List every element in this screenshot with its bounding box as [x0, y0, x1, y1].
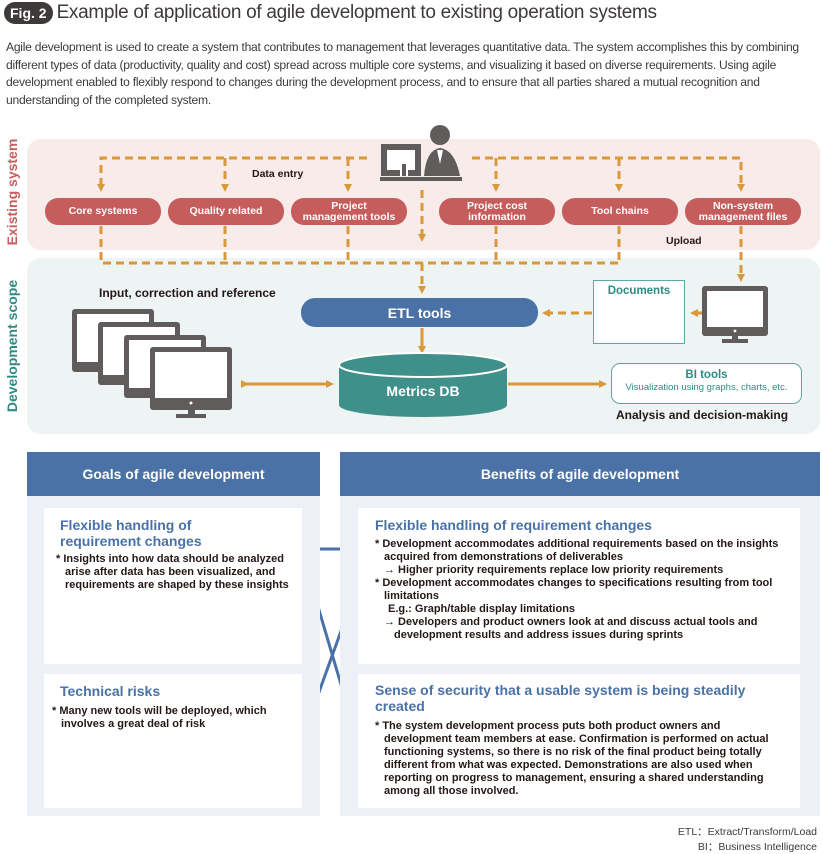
system-non-system-management-files: Non-system management files	[685, 198, 801, 225]
benefit-bullet: * Development accommodates additional re…	[375, 538, 779, 563]
upload-label: Upload	[666, 235, 702, 247]
benefit-card-title: Sense of security that a usable system i…	[375, 682, 746, 714]
benefits-panel: Benefits of agile development Flexible h…	[340, 452, 820, 816]
data-entry-label: Data entry	[252, 168, 304, 180]
benefit-sub-bullet: → Higher priority requirements replace l…	[384, 564, 724, 576]
system-quality-related: Quality related	[168, 198, 284, 225]
benefits-heading: Benefits of agile development	[340, 452, 820, 496]
system-project-cost-information: Project cost information	[439, 198, 555, 225]
benefit-bullet: * Development accommodates changes to sp…	[375, 577, 773, 602]
data-entry-line-right	[472, 156, 745, 192]
upload-monitor-icon	[702, 286, 768, 343]
analysis-label: Analysis and decision-making	[616, 408, 789, 422]
goal-card-technical-risks: Technical risks * Many new tools will be…	[44, 674, 302, 808]
system-core-systems: Core systems	[45, 198, 161, 225]
metrics-db-label: Metrics DB	[386, 383, 460, 399]
goals-panel: Goals of agile development Flexible hand…	[27, 452, 320, 816]
bi-tools-subtitle: Visualization using graphs, charts, etc.	[625, 382, 788, 393]
benefit-card-title: Flexible handling of requirement changes	[375, 517, 652, 533]
input-correction-label: Input, correction and reference	[99, 286, 276, 300]
data-entry-line-left	[97, 156, 367, 192]
goals-heading: Goals of agile development	[27, 452, 320, 496]
person-at-pc-icon	[380, 125, 462, 181]
documents-title: Documents	[607, 285, 671, 297]
benefit-bullet: * The system development process puts bo…	[375, 720, 769, 797]
client-monitors-icon	[72, 309, 232, 418]
bi-tools-box: BI tools Visualization using graphs, cha…	[611, 363, 802, 404]
goal-card-flexible: Flexible handling of requirement changes…	[44, 508, 302, 664]
goal-card-bullet: * Insights into how data should be analy…	[56, 553, 289, 591]
documents-box: Documents	[593, 280, 685, 344]
footnote-bi: BI：Business Intelligence	[697, 841, 817, 853]
etl-tools-box: ETL tools	[301, 298, 538, 327]
benefit-sub-bullet: → Developers and product owners look at …	[384, 616, 758, 641]
benefit-example: E.g.: Graph/table display limitations	[388, 603, 576, 615]
benefit-card-flexible: Flexible handling of requirement changes…	[358, 508, 800, 664]
systems-collector-line	[99, 226, 619, 265]
bi-tools-title: BI tools	[685, 369, 728, 381]
goal-card-bullet: * Many new tools will be deployed, which…	[52, 705, 267, 730]
benefit-card-body: * Development accommodates additional re…	[375, 538, 790, 642]
system-tool-chains: Tool chains	[562, 198, 678, 225]
benefit-card-security: Sense of security that a usable system i…	[358, 674, 800, 808]
goal-card-title: Technical risks	[60, 683, 161, 699]
system-project-management-tools: Project management tools	[291, 198, 407, 225]
footnote-etl: ETL：Extract/Transform/Load	[677, 826, 817, 838]
goal-card-title: Flexible handling of requirement changes	[60, 517, 202, 549]
